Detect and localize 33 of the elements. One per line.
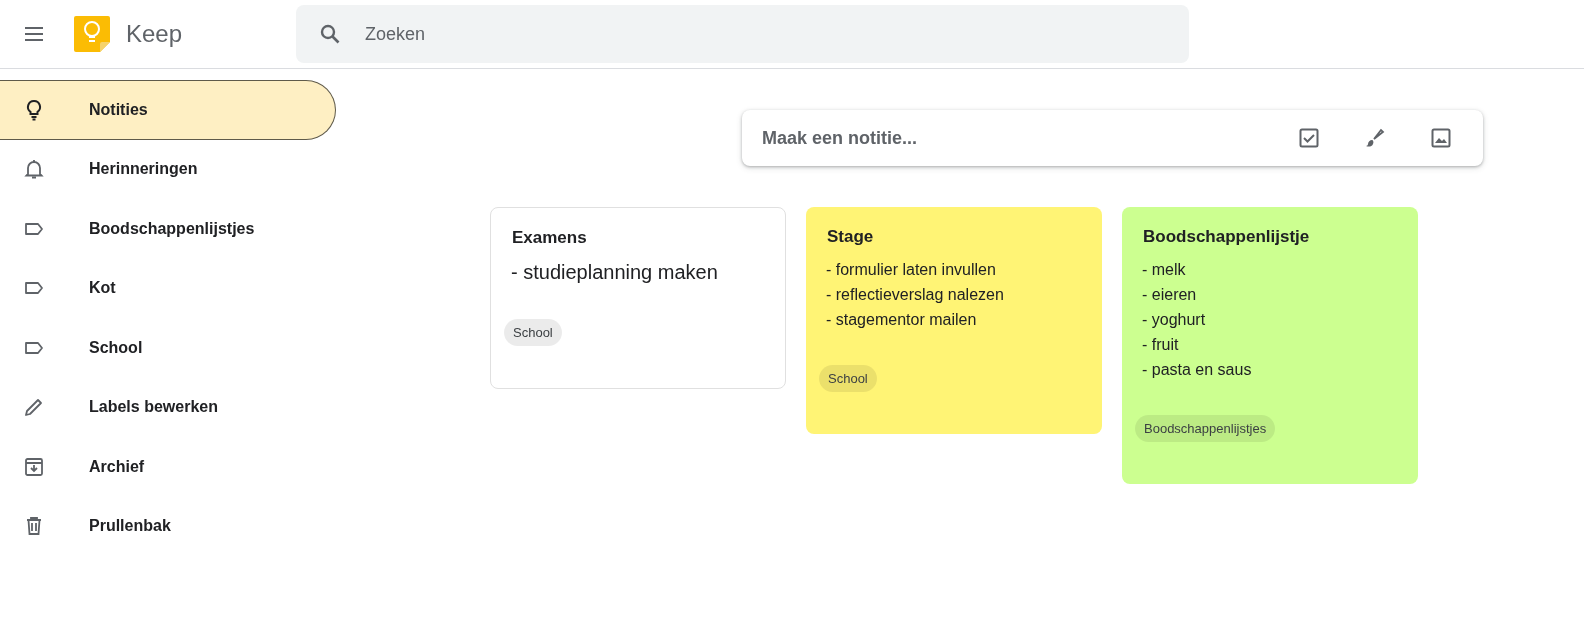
sidebar-item[interactable]: Archief [0,437,336,497]
note-text: - formulier laten invullen [826,260,996,280]
image-icon[interactable] [1429,126,1453,150]
note-title: Boodschappenlijstje [1143,227,1310,247]
sidebar-item[interactable]: School [0,318,336,378]
note-text: - eieren [1142,285,1197,305]
sidebar-item[interactable]: Herinneringen [0,139,336,199]
search-icon [318,22,342,46]
note-text: - melk [1142,260,1186,280]
note-text: - yoghurt [1142,310,1206,330]
note-text: - stagementor mailen [826,310,977,330]
sidebar-item[interactable]: Labels bewerken [0,377,336,437]
note-input[interactable]: Maak een notitie... [742,110,1483,166]
note-text: - reflectieverslag nalezen [826,285,1004,305]
sidebar-item[interactable]: Notities [0,80,336,140]
checkbox-icon[interactable] [1297,126,1321,150]
lightbulb-logo-icon [72,14,112,54]
label-chip[interactable]: Boodschappenlijstjes [1135,415,1276,442]
note-card[interactable]: Examens - studieplanning maken School [490,207,786,389]
sidebar-item[interactable]: Kot [0,258,336,318]
note-text: - studieplanning maken [511,260,718,285]
note-title: Stage [827,227,874,247]
note-card[interactable]: Stage - formulier laten invullen - reflectieverslag nalezen - stagementor mailen School [806,207,1102,434]
label-chip[interactable]: School [504,319,562,346]
app-name: Keep [126,20,184,48]
note-title: Examens [512,228,587,248]
note-card[interactable]: Boodschappenlijstje - melk - eieren - yoghurt - fruit - pasta en saus Boodschappenlijstjes [1122,207,1418,484]
note-text: - fruit [1142,335,1179,355]
note-text: - pasta en saus [1142,360,1252,380]
label-chip[interactable]: School [819,365,877,392]
sidebar-item[interactable]: Prullenbak [0,496,336,556]
search-field[interactable]: Zoeken [296,5,1189,63]
sidebar-item[interactable]: Boodschappenlijstjes [0,199,336,259]
